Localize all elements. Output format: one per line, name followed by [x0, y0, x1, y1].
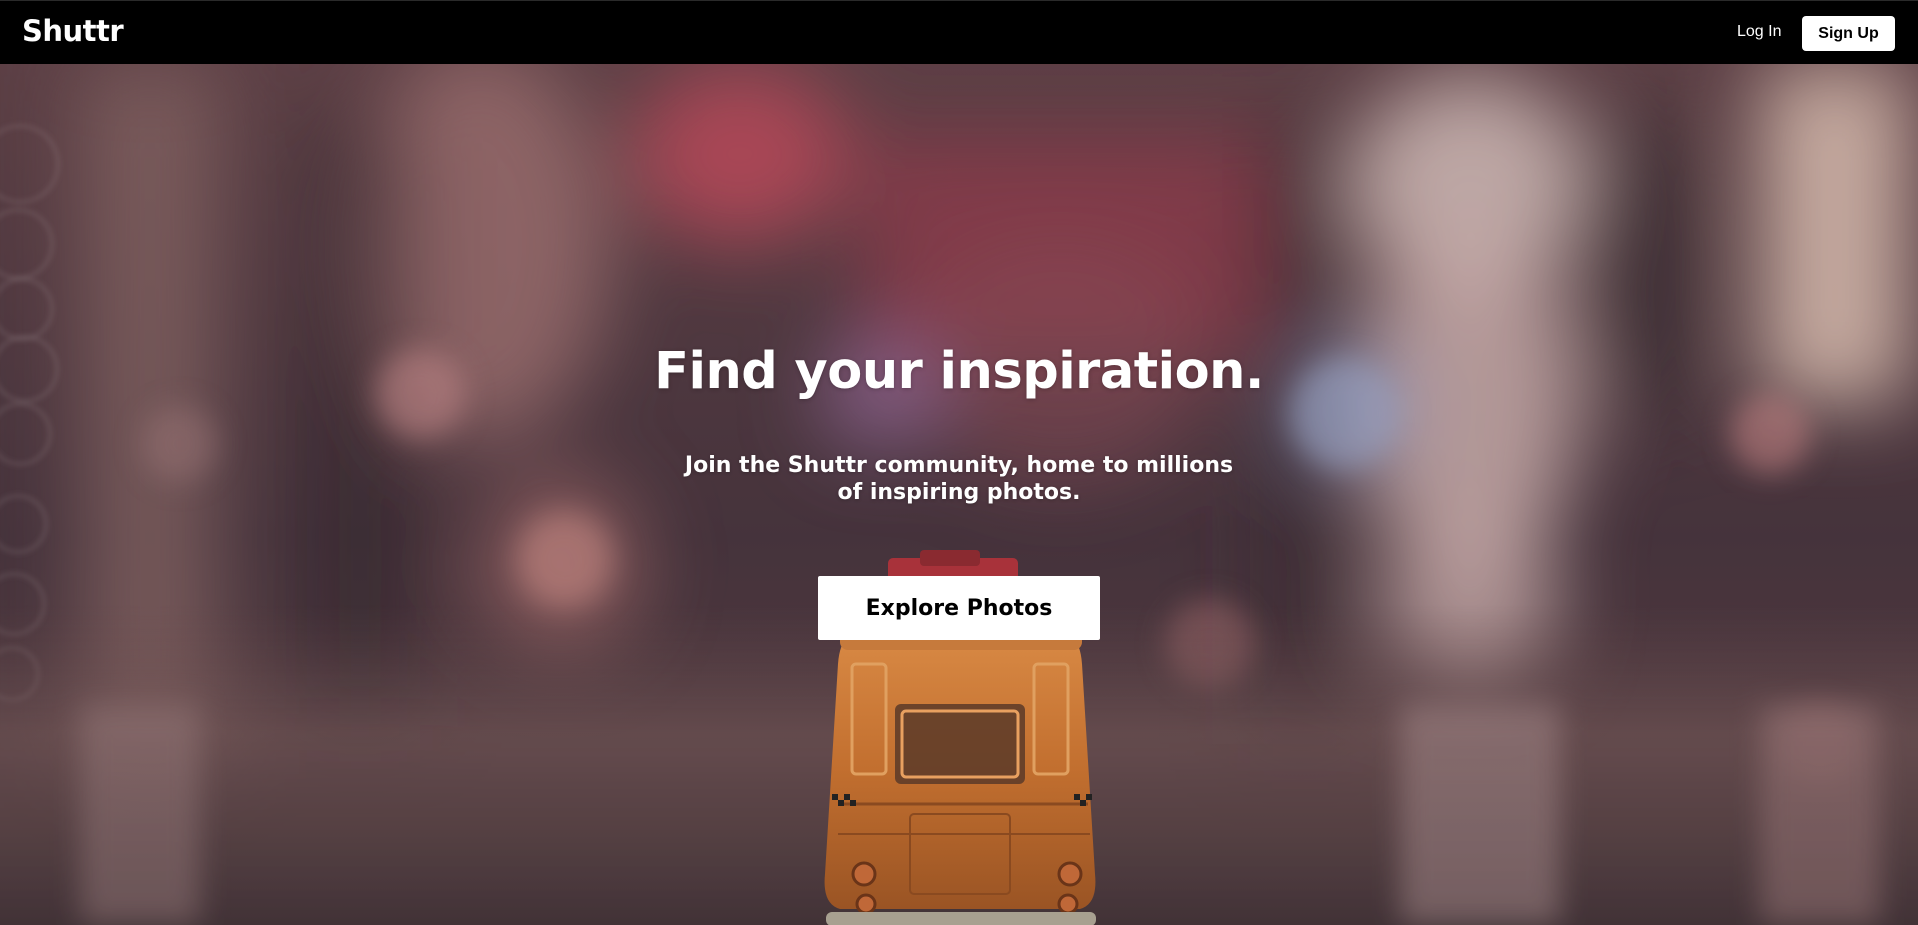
signup-button[interactable]: Sign Up: [1802, 16, 1895, 51]
hero-section: Find your inspiration. Join the Shuttr c…: [0, 64, 1918, 925]
top-navbar: Shuttr Log In Sign Up: [0, 0, 1918, 64]
landing-page: Shuttr Log In Sign Up Find your inspirat…: [0, 0, 1918, 925]
hero-content: Find your inspiration. Join the Shuttr c…: [0, 64, 1918, 925]
explore-photos-button[interactable]: Explore Photos: [818, 576, 1100, 640]
login-link[interactable]: Log In: [1737, 23, 1781, 41]
shuttr-logo[interactable]: Shuttr: [22, 14, 124, 48]
hero-subheadline: Join the Shuttr community, home to milli…: [684, 453, 1234, 505]
hero-headline: Find your inspiration.: [654, 342, 1264, 401]
